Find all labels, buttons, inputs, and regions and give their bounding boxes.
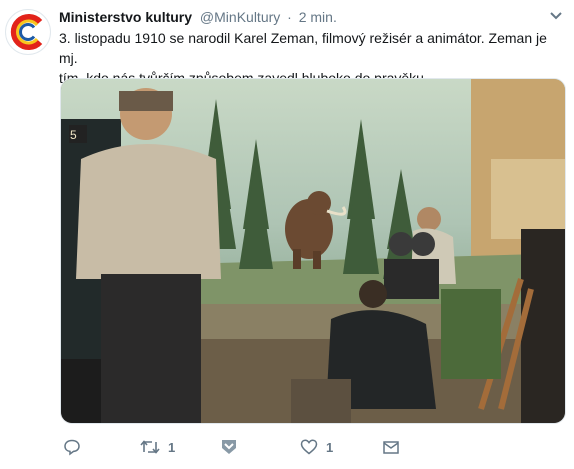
heart-icon bbox=[300, 439, 318, 455]
reply-icon bbox=[64, 439, 80, 456]
like-count: 1 bbox=[326, 439, 334, 455]
direct-message-button[interactable] bbox=[382, 436, 400, 458]
retweet-icon bbox=[140, 440, 160, 454]
tweet-actions: 1 1 bbox=[60, 436, 460, 460]
direct-message-icon bbox=[383, 441, 399, 454]
author-name[interactable]: Ministerstvo kultury bbox=[59, 9, 192, 25]
chevron-heart-shield-icon bbox=[222, 440, 236, 454]
author-handle[interactable]: @MinKultury bbox=[200, 9, 280, 25]
ministry-logo-icon bbox=[10, 14, 43, 50]
avatar[interactable] bbox=[5, 9, 51, 55]
separator-dot: · bbox=[287, 9, 292, 25]
clapper-number-text: 5 bbox=[70, 128, 77, 142]
like-button[interactable]: 1 bbox=[300, 436, 333, 458]
tweet-text-line-1: 3. listopadu 1910 se narodil Karel Zeman… bbox=[59, 30, 547, 66]
tweet-header: Ministerstvo kultury @MinKultury · 2 min… bbox=[59, 9, 337, 25]
chevron-down-icon[interactable] bbox=[549, 11, 563, 21]
cards-button[interactable] bbox=[220, 436, 238, 458]
tweet-photo[interactable]: 5 bbox=[60, 78, 566, 424]
tweet-timestamp[interactable]: 2 min. bbox=[299, 9, 337, 25]
reply-button[interactable] bbox=[63, 436, 81, 458]
retweet-count: 1 bbox=[168, 439, 176, 455]
film-set-photo: 5 bbox=[61, 79, 565, 423]
retweet-button[interactable]: 1 bbox=[140, 436, 175, 458]
